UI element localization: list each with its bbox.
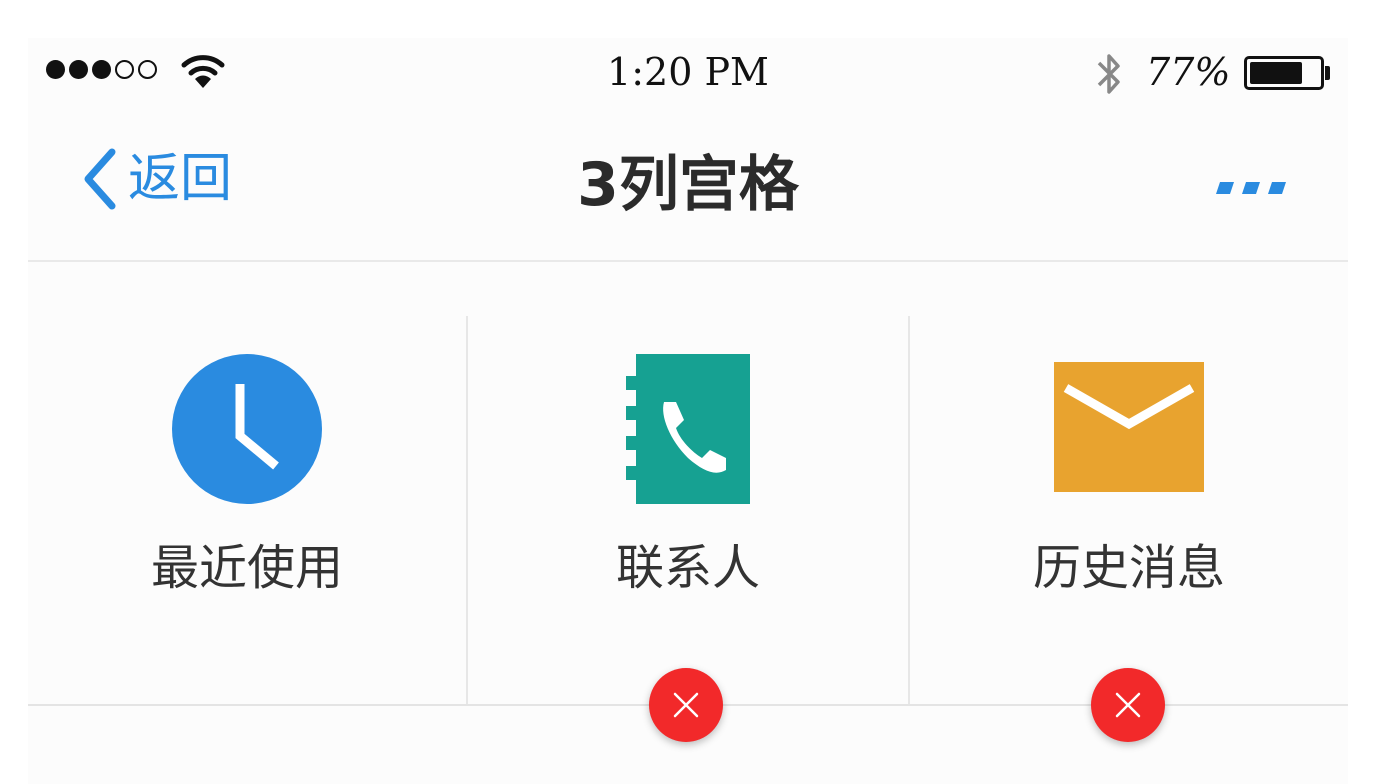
signal-dot <box>138 60 157 79</box>
grid-item-recent[interactable]: 最近使用 <box>28 316 468 704</box>
page-title: 3列宫格 <box>577 150 799 220</box>
phone-screen: 1:20 PM 77% 返回 3列宫格 最近使用 联系人 历史消息 <box>28 38 1348 784</box>
status-bar: 1:20 PM 77% <box>28 38 1348 110</box>
more-options-button[interactable] <box>1214 174 1288 204</box>
battery-percent: 77% <box>1146 50 1231 94</box>
delete-contacts-button[interactable] <box>649 668 723 742</box>
delete-history-button[interactable] <box>1091 668 1165 742</box>
chevron-left-icon <box>84 148 116 210</box>
signal-dot <box>46 60 65 79</box>
signal-dot <box>115 60 134 79</box>
navigation-bar: 返回 3列宫格 <box>28 110 1348 262</box>
battery-fill <box>1250 62 1302 84</box>
clock-icon <box>172 354 322 504</box>
back-label: 返回 <box>128 149 233 209</box>
grid-item-label: 最近使用 <box>150 540 343 596</box>
battery-cap <box>1325 66 1330 80</box>
grid-item-history[interactable]: 历史消息 <box>910 316 1348 704</box>
grid-item-contacts[interactable]: 联系人 <box>468 316 910 704</box>
contacts-book-icon <box>626 354 750 504</box>
ellipsis-icon <box>1216 182 1286 194</box>
grid-3-column: 最近使用 联系人 历史消息 <box>28 316 1348 706</box>
bluetooth-icon <box>1097 54 1120 94</box>
back-button[interactable]: 返回 <box>78 146 232 212</box>
grid-item-label: 历史消息 <box>1032 540 1225 596</box>
signal-dot <box>92 60 111 79</box>
signal-dot <box>69 60 88 79</box>
wifi-icon <box>181 55 225 88</box>
close-icon <box>1115 692 1141 718</box>
battery-icon <box>1244 56 1324 90</box>
grid-item-label: 联系人 <box>615 540 760 596</box>
signal-strength-icon <box>46 60 157 79</box>
status-time: 1:20 PM <box>607 50 769 94</box>
close-icon <box>673 692 699 718</box>
envelope-icon <box>1054 362 1204 492</box>
